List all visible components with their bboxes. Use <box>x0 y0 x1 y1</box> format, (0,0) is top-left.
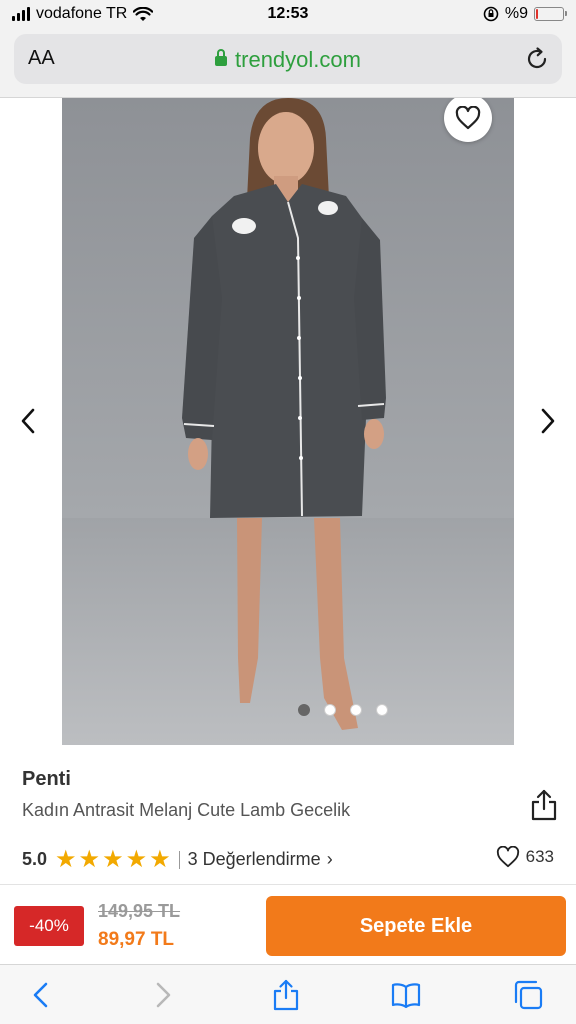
likes-counter[interactable]: 633 <box>496 846 554 868</box>
gallery-pagination <box>298 704 388 716</box>
product-gallery[interactable] <box>0 98 576 745</box>
rating-score: 5.0 <box>22 849 48 869</box>
likes-count: 633 <box>525 847 554 866</box>
previous-image-button[interactable] <box>16 406 40 436</box>
bookmarks-icon[interactable] <box>390 979 422 1011</box>
browser-address-area: AA trendyol.com <box>0 30 576 98</box>
url-field[interactable]: trendyol.com <box>14 47 562 73</box>
star-icon: ★ <box>55 846 77 873</box>
heart-icon <box>455 106 481 130</box>
status-right: %9 <box>483 5 567 23</box>
lock-icon <box>215 49 228 66</box>
star-icon: ★ <box>149 846 171 873</box>
gallery-dot[interactable] <box>298 704 310 716</box>
star-icon: ★ <box>102 846 124 873</box>
rating-row: 5.0 ★ ★ ★ ★ ★ 3 Değerlendirme › <box>22 845 333 874</box>
address-bar[interactable]: AA trendyol.com <box>14 34 562 84</box>
new-price: 89,97 TL <box>98 929 175 950</box>
url-text: trendyol.com <box>235 47 361 72</box>
reviews-link[interactable]: 3 Değerlendirme › <box>188 849 333 870</box>
back-icon[interactable] <box>26 979 58 1011</box>
tabs-icon[interactable] <box>512 979 544 1011</box>
rating-divider <box>178 850 180 869</box>
next-image-button[interactable] <box>536 406 560 436</box>
purchase-bar: -40% 149,95 TL 89,97 TL Sepete Ekle <box>0 884 576 964</box>
rating-stars: ★ ★ ★ ★ ★ <box>55 845 171 874</box>
forward-icon[interactable] <box>146 979 178 1011</box>
discount-badge: -40% <box>14 906 84 946</box>
share-sheet-icon[interactable] <box>270 979 302 1011</box>
orientation-lock-icon <box>483 6 499 22</box>
share-icon[interactable] <box>530 788 558 822</box>
browser-toolbar <box>0 964 576 1024</box>
heart-outline-icon <box>496 846 519 868</box>
reviews-label: 3 Değerlendirme <box>187 849 321 869</box>
battery-icon <box>534 7 567 21</box>
product-brand[interactable]: Penti <box>22 768 71 791</box>
old-price: 149,95 TL <box>98 901 181 921</box>
star-icon: ★ <box>125 846 148 873</box>
reload-icon[interactable] <box>524 46 550 72</box>
product-name: Kadın Antrasit Melanj Cute Lamb Gecelik <box>22 800 351 820</box>
gallery-dot[interactable] <box>376 704 388 716</box>
add-to-cart-button[interactable]: Sepete Ekle <box>266 896 566 956</box>
product-photo[interactable] <box>62 98 514 745</box>
chevron-right-icon: › <box>326 849 333 869</box>
gallery-dot[interactable] <box>350 704 362 716</box>
gallery-dot[interactable] <box>324 704 336 716</box>
status-bar: vodafone TR 12:53 %9 <box>0 0 576 30</box>
battery-percent: %9 <box>504 5 528 22</box>
star-icon: ★ <box>78 846 101 873</box>
product-photo-illustration <box>62 98 514 745</box>
